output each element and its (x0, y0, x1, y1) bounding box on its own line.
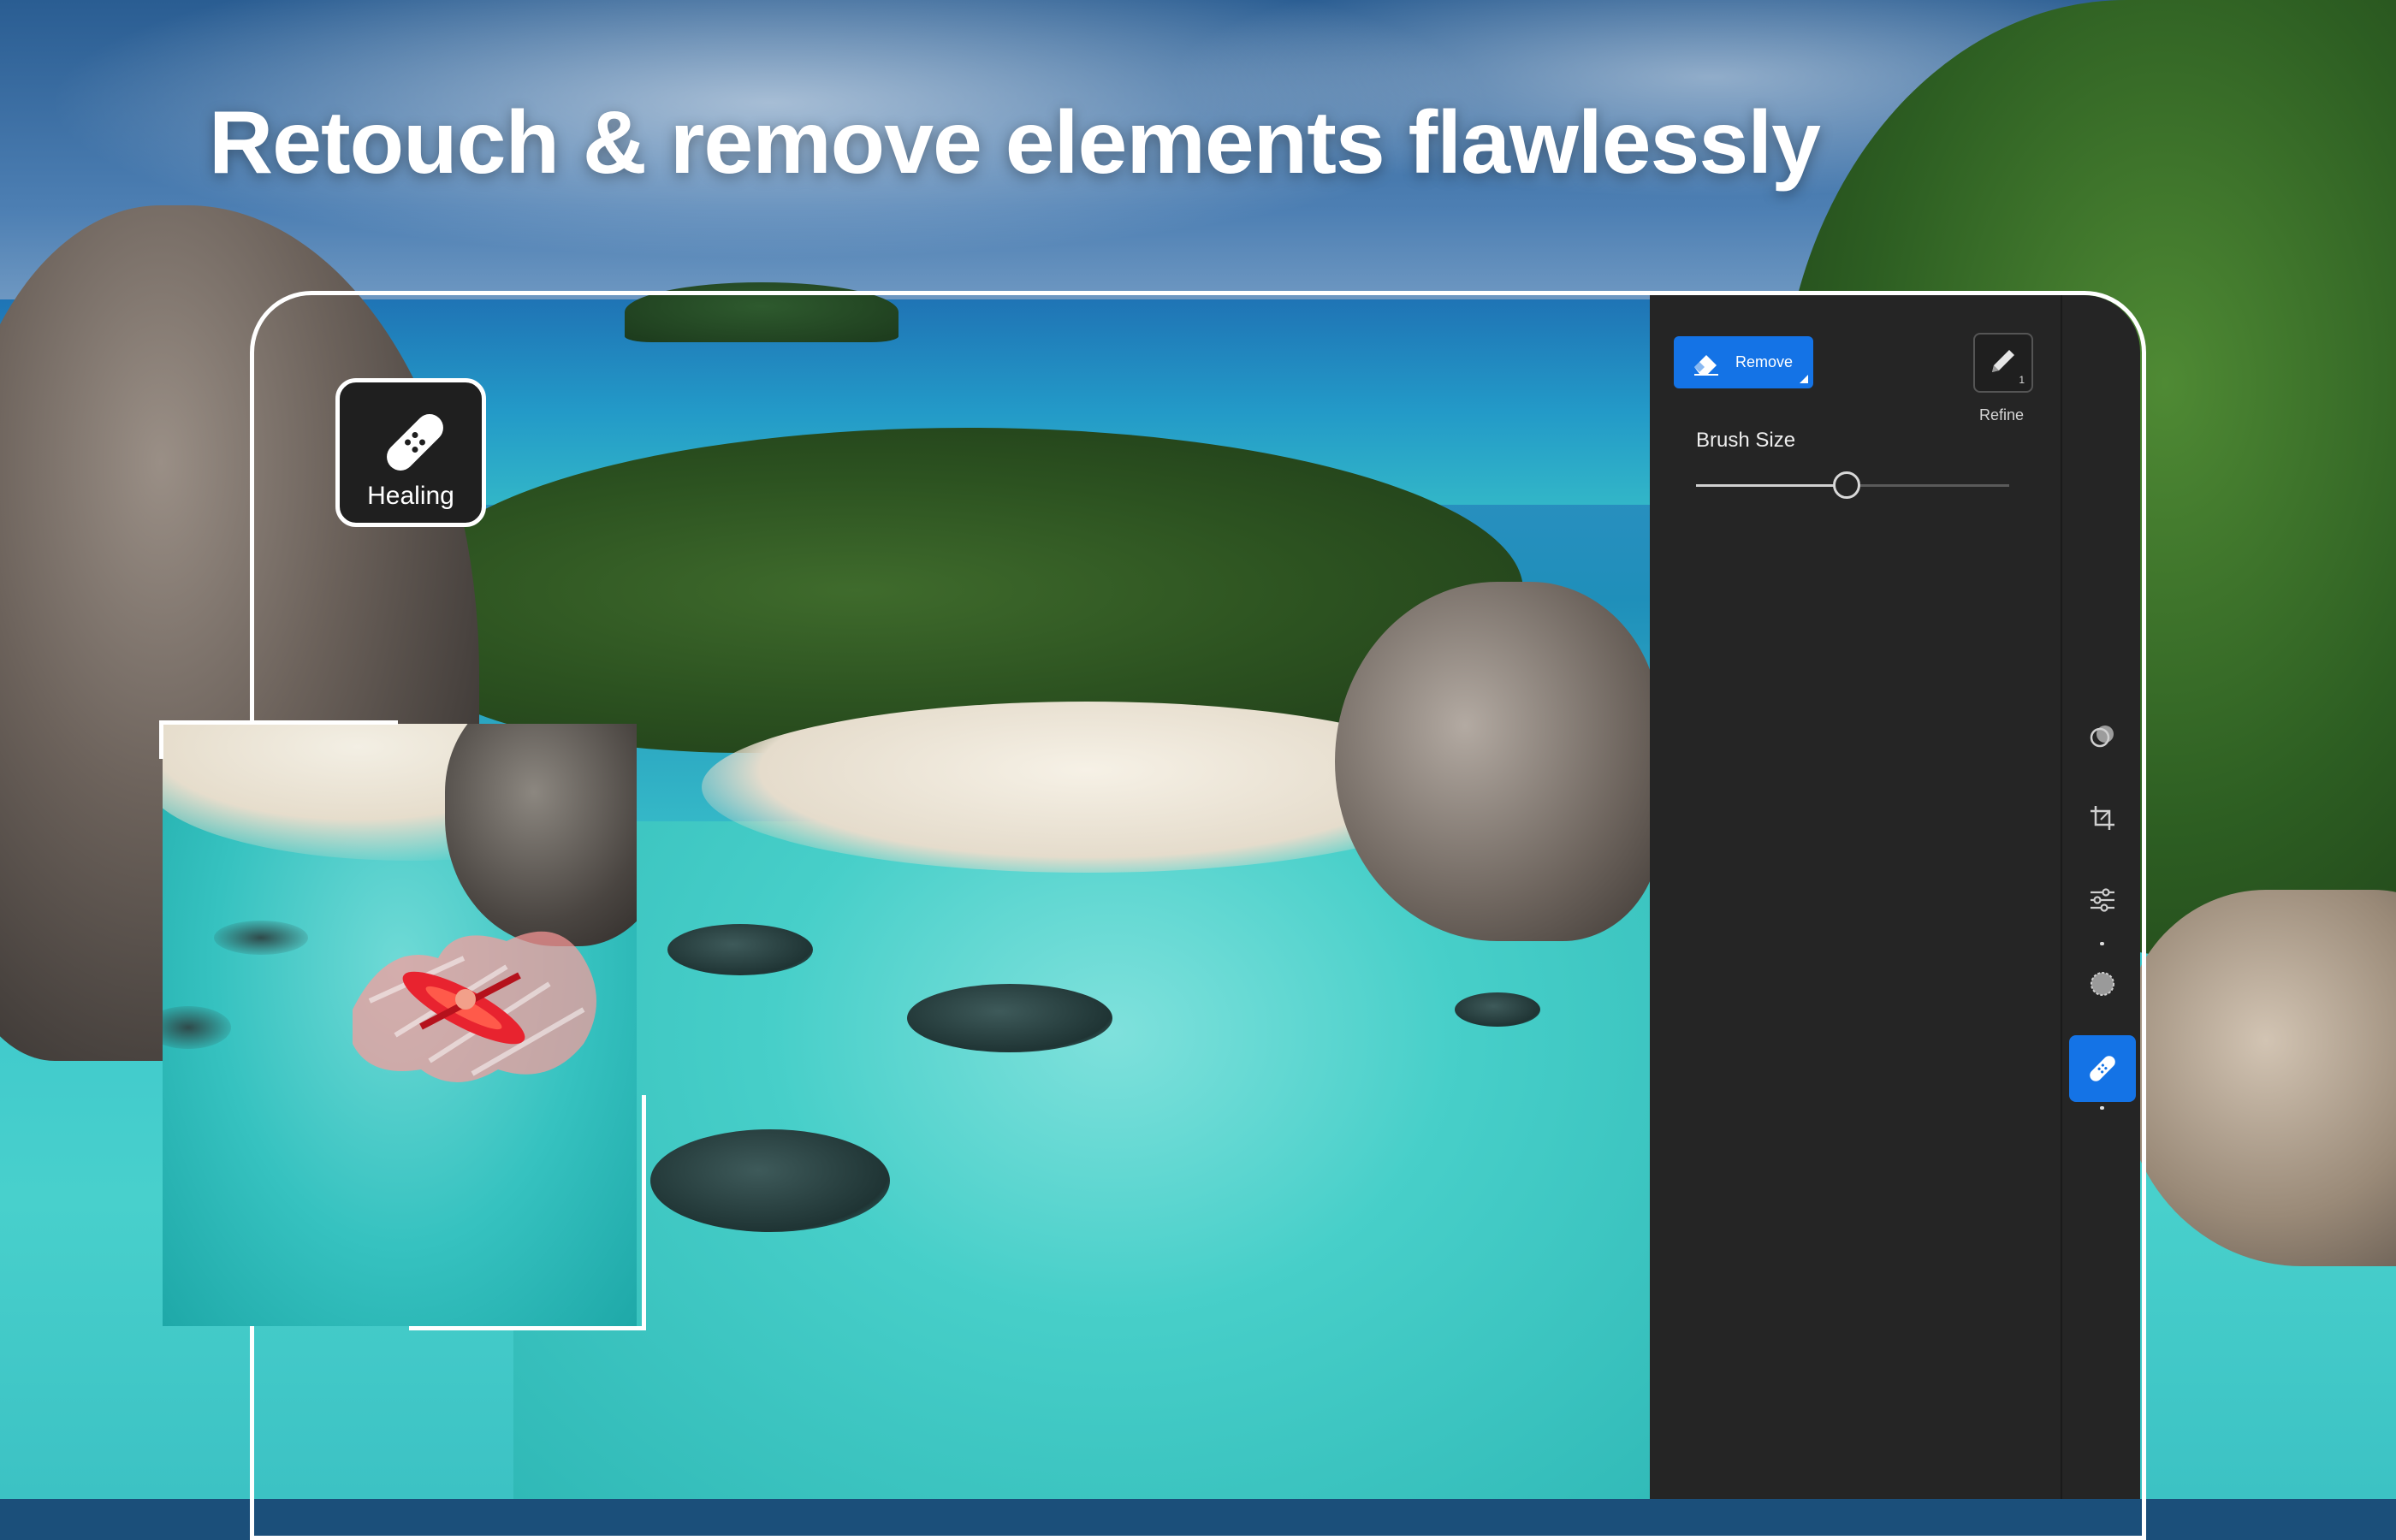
healing-indicator-dot (2100, 1106, 2104, 1110)
slider-fill (1696, 484, 1847, 487)
heal-brush-strokes (353, 931, 596, 1082)
healing-badge: Healing (335, 378, 486, 527)
remove-button[interactable]: Remove (1674, 336, 1813, 388)
slider-thumb[interactable] (1832, 471, 1860, 499)
adjust-tool-button[interactable] (2069, 867, 2136, 933)
more-options-indicator (1800, 375, 1808, 383)
effects-tool-button[interactable] (2069, 951, 2136, 1017)
brush-size-label: Brush Size (1696, 429, 1796, 452)
headline: Retouch & remove elements flawlessly (209, 93, 1821, 192)
preview-frame-top-left (159, 720, 398, 759)
eraser-icon (1694, 355, 1718, 376)
preview-frame-bottom-right (409, 1095, 646, 1330)
adjust-indicator-dot (2100, 942, 2104, 945)
effects-dot-icon (2091, 972, 2114, 996)
healing-label: Healing (367, 482, 454, 510)
mask-circles-icon (2090, 726, 2114, 748)
mask-tool-button[interactable] (2069, 703, 2136, 770)
brush-size-slider[interactable] (1696, 470, 2009, 500)
panel-divider (2061, 295, 2062, 1499)
preview-stone (214, 921, 308, 955)
adjust-sliders-icon (2091, 888, 2114, 912)
crop-icon (2091, 806, 2114, 830)
crop-tool-button[interactable] (2069, 785, 2136, 851)
bandage-icon (2090, 1056, 2115, 1081)
refine-button[interactable]: 1 (1973, 333, 2033, 393)
healing-tool-button[interactable] (2069, 1035, 2136, 1102)
refine-label: Refine (1978, 406, 2025, 424)
bandage-icon (387, 414, 443, 471)
remove-button-label: Remove (1735, 353, 1794, 370)
tool-panel: Remove 1 Refine Brush Size (1650, 295, 2140, 1499)
preview-stone (163, 1006, 231, 1049)
refine-count: 1 (2019, 374, 2025, 386)
right-rocks (2122, 890, 2396, 1266)
